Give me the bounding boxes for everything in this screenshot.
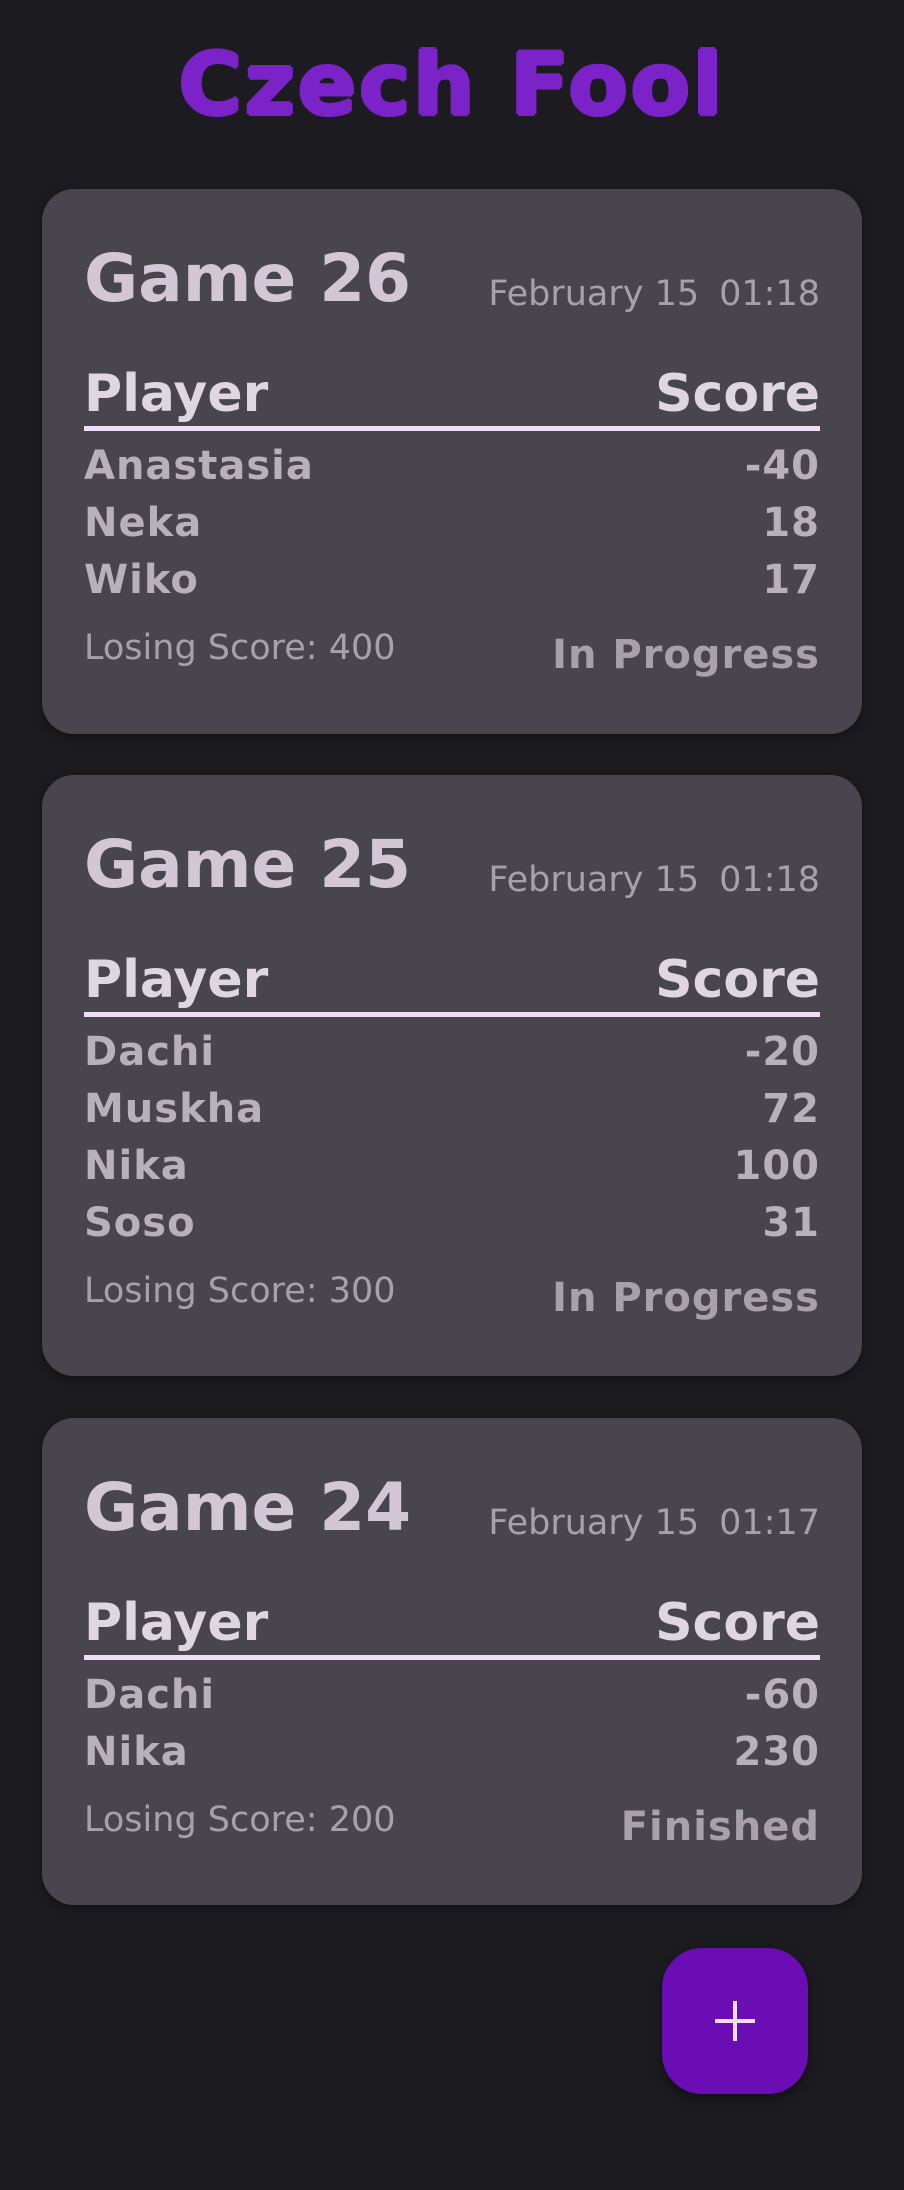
game-list-screen: Czech Fool Game 26 February 15 01:18 Play… bbox=[0, 0, 904, 2190]
player-column-header: Player bbox=[84, 950, 269, 1010]
score-column-header: Score bbox=[655, 364, 820, 424]
game-datetime: February 15 01:18 bbox=[488, 269, 820, 319]
player-name: Nika bbox=[84, 1728, 189, 1775]
player-name: Soso bbox=[84, 1199, 196, 1246]
game-date: February 15 bbox=[488, 274, 700, 314]
player-score: 230 bbox=[733, 1728, 820, 1775]
player-row: Dachi -60 bbox=[84, 1666, 820, 1723]
player-name: Dachi bbox=[84, 1671, 216, 1718]
game-title: Game 26 bbox=[84, 240, 412, 317]
player-score: 72 bbox=[762, 1085, 820, 1132]
game-title: Game 24 bbox=[84, 1469, 412, 1546]
player-row: Nika 230 bbox=[84, 1723, 820, 1780]
player-row: Dachi -20 bbox=[84, 1023, 820, 1080]
score-table-body: Dachi -60 Nika 230 bbox=[84, 1660, 820, 1780]
player-name: Wiko bbox=[84, 556, 199, 603]
player-score: 31 bbox=[762, 1199, 820, 1246]
add-game-button[interactable] bbox=[662, 1948, 808, 2094]
player-score: 18 bbox=[762, 499, 820, 546]
player-column-header: Player bbox=[84, 1593, 269, 1653]
game-status: Finished bbox=[620, 1804, 820, 1850]
score-table-header: Player Score bbox=[84, 942, 820, 1017]
losing-score: Losing Score: 400 bbox=[84, 628, 396, 668]
player-row: Soso 31 bbox=[84, 1194, 820, 1251]
player-row: Anastasia -40 bbox=[84, 437, 820, 494]
game-card-footer: Losing Score: 400 In Progress bbox=[84, 608, 820, 708]
player-name: Nika bbox=[84, 1142, 189, 1189]
app-title: Czech Fool bbox=[178, 35, 726, 135]
player-name: Neka bbox=[84, 499, 203, 546]
losing-score: Losing Score: 200 bbox=[84, 1800, 396, 1840]
game-card-header: Game 26 February 15 01:18 bbox=[84, 189, 820, 364]
player-row: Neka 18 bbox=[84, 494, 820, 551]
score-table-body: Dachi -20 Muskha 72 Nika 100 Soso 31 bbox=[84, 1017, 820, 1251]
score-table-header: Player Score bbox=[84, 1585, 820, 1660]
game-datetime: February 15 01:18 bbox=[488, 855, 820, 905]
player-name: Anastasia bbox=[84, 442, 314, 489]
game-card-header: Game 25 February 15 01:18 bbox=[84, 775, 820, 950]
game-card[interactable]: Game 26 February 15 01:18 Player Score An… bbox=[42, 189, 862, 734]
player-score: -60 bbox=[744, 1671, 820, 1718]
game-status: In Progress bbox=[552, 1275, 820, 1321]
game-card-footer: Losing Score: 300 In Progress bbox=[84, 1251, 820, 1351]
game-time: 01:17 bbox=[719, 1503, 820, 1543]
player-score: -40 bbox=[744, 442, 820, 489]
player-row: Nika 100 bbox=[84, 1137, 820, 1194]
game-title: Game 25 bbox=[84, 826, 412, 903]
game-time: 01:18 bbox=[719, 860, 820, 900]
score-column-header: Score bbox=[655, 950, 820, 1010]
score-table-header: Player Score bbox=[84, 356, 820, 431]
player-score: -20 bbox=[744, 1028, 820, 1075]
player-score: 17 bbox=[762, 556, 820, 603]
game-card-footer: Losing Score: 200 Finished bbox=[84, 1780, 820, 1880]
game-time: 01:18 bbox=[719, 274, 820, 314]
player-name: Muskha bbox=[84, 1085, 265, 1132]
player-name: Dachi bbox=[84, 1028, 216, 1075]
score-table-body: Anastasia -40 Neka 18 Wiko 17 bbox=[84, 431, 820, 608]
game-status: In Progress bbox=[552, 632, 820, 678]
player-row: Wiko 17 bbox=[84, 551, 820, 608]
player-row: Muskha 72 bbox=[84, 1080, 820, 1137]
player-score: 100 bbox=[733, 1142, 820, 1189]
player-column-header: Player bbox=[84, 364, 269, 424]
game-card[interactable]: Game 24 February 15 01:17 Player Score Da… bbox=[42, 1418, 862, 1905]
losing-score: Losing Score: 300 bbox=[84, 1271, 396, 1311]
plus-icon bbox=[715, 2001, 755, 2041]
game-card-header: Game 24 February 15 01:17 bbox=[84, 1418, 820, 1593]
game-datetime: February 15 01:17 bbox=[488, 1498, 820, 1548]
game-card[interactable]: Game 25 February 15 01:18 Player Score Da… bbox=[42, 775, 862, 1376]
game-date: February 15 bbox=[488, 1503, 700, 1543]
score-column-header: Score bbox=[655, 1593, 820, 1653]
game-date: February 15 bbox=[488, 860, 700, 900]
